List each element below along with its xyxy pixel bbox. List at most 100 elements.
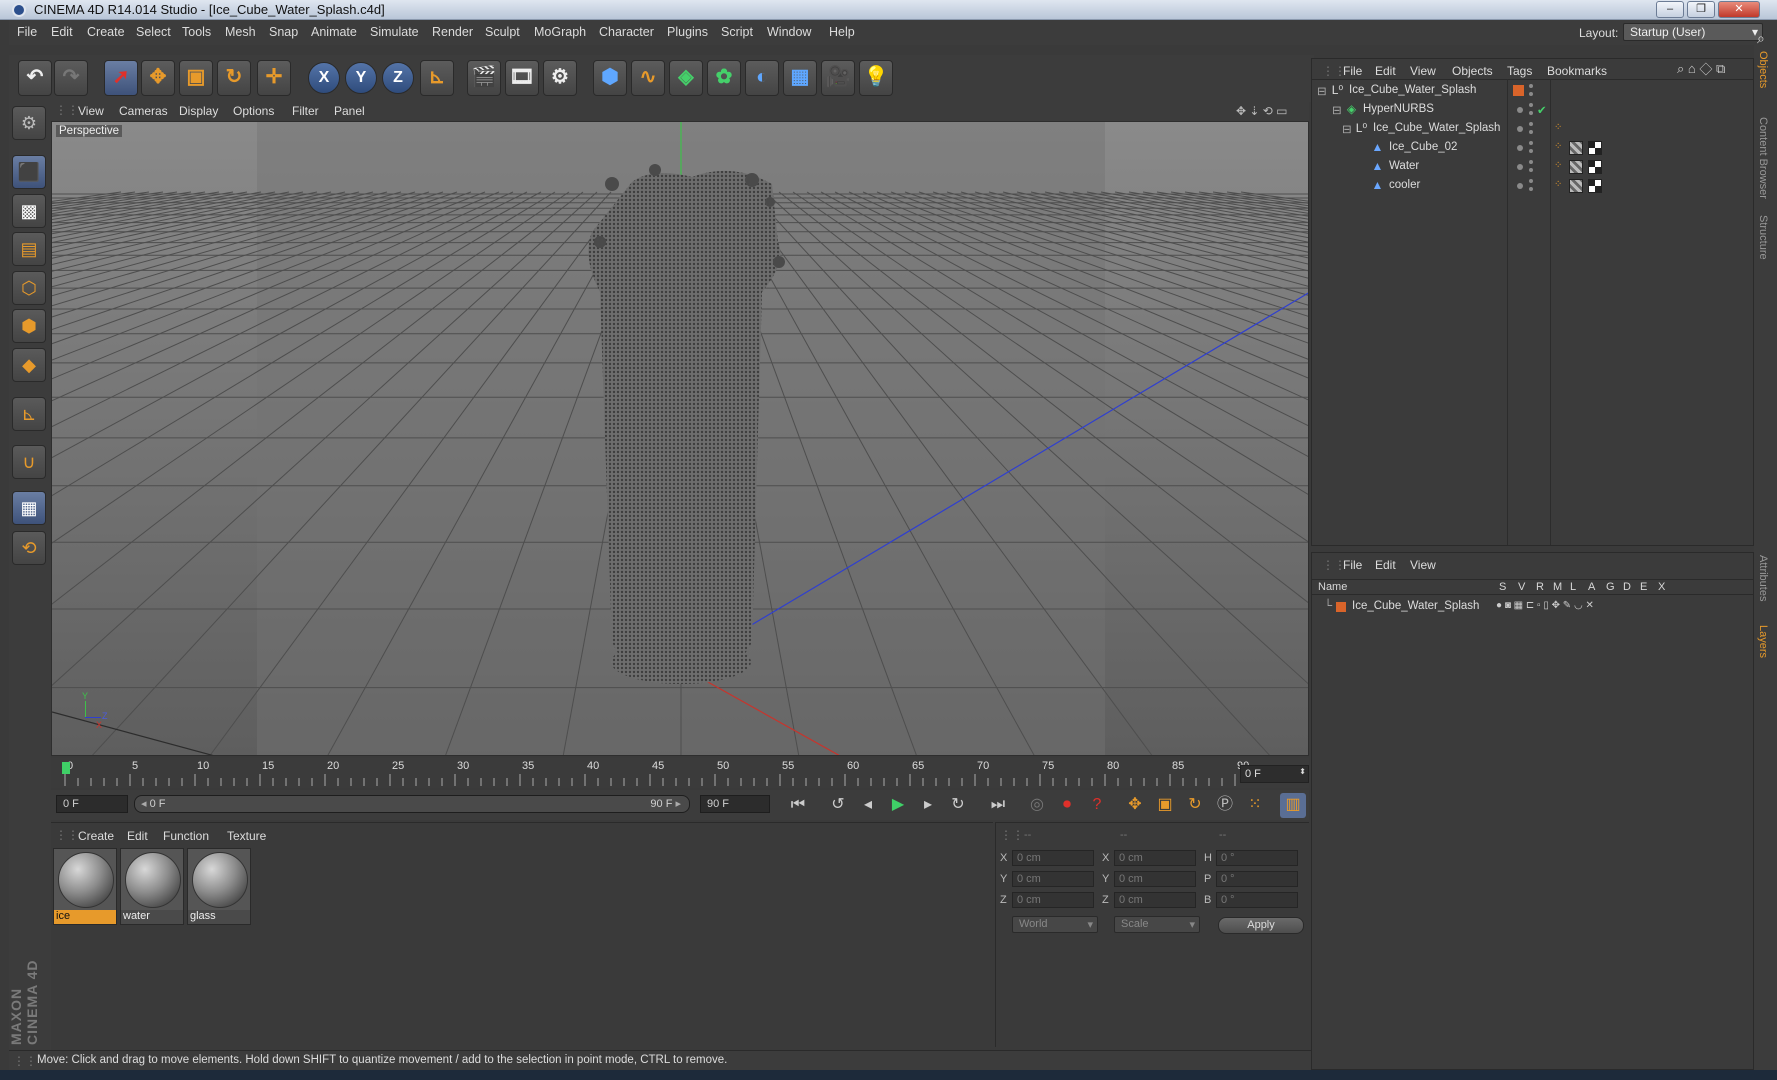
play-forward-icon[interactable]: ▶	[885, 793, 911, 818]
viewport-menu-filter[interactable]: Filter	[292, 104, 319, 118]
object-row[interactable]: ⊟ L⁰ Ice_Cube_Water_Splash	[1312, 81, 1753, 101]
render-picture-viewer-icon[interactable]: 🎞	[505, 60, 539, 96]
tab-structure[interactable]: Structure	[1757, 215, 1769, 260]
perspective-viewport[interactable]: Perspective Y Z X	[51, 121, 1309, 756]
viewport-menu-view[interactable]: View	[78, 104, 104, 118]
camera-icon[interactable]: 🎥	[821, 60, 855, 96]
layer-row[interactable]: └ Ice_Cube_Water_Splash ● ◙ ▦ ⊏ ▫ ▯ ✥ ✎ …	[1312, 597, 1753, 617]
last-tool-icon[interactable]: ✛	[257, 60, 291, 96]
menu-snap[interactable]: Snap	[269, 25, 298, 39]
visibility-dot[interactable]	[1517, 107, 1523, 113]
render-dot[interactable]	[1529, 187, 1533, 191]
rotate-tool-icon[interactable]: ↻	[217, 60, 251, 96]
coordinate-system-icon[interactable]: ⊾	[420, 60, 454, 96]
frame-range-slider[interactable]: ◂ 0 F 90 F ▸	[134, 795, 690, 813]
menu-plugins[interactable]: Plugins	[667, 25, 708, 39]
snap-grid-icon[interactable]: ▦	[12, 491, 46, 525]
object-row[interactable]: ▲ cooler ⁘	[1312, 176, 1753, 196]
model-mode-icon[interactable]: ⬛	[12, 155, 46, 189]
keyframe-selection-icon[interactable]: ?	[1084, 793, 1110, 818]
coordinate-mode-dropdown[interactable]: World ▾	[1012, 916, 1098, 933]
close-button[interactable]: ✕	[1718, 1, 1760, 18]
viewport-menu-cameras[interactable]: Cameras	[119, 104, 168, 118]
object-menu-file[interactable]: File	[1343, 64, 1362, 78]
material-menu-create[interactable]: Create	[78, 829, 114, 843]
menu-select[interactable]: Select	[136, 25, 171, 39]
key-scale-icon[interactable]: ▣	[1152, 793, 1178, 818]
apply-button[interactable]: Apply	[1218, 917, 1304, 934]
light-bulb-icon[interactable]: 💡	[859, 60, 893, 96]
object-row[interactable]: ⊟ ◈ HyperNURBS ✔	[1312, 100, 1753, 120]
timeline-window-icon[interactable]: ▥	[1280, 793, 1306, 818]
render-dot[interactable]	[1529, 168, 1533, 172]
water-splash-mesh[interactable]	[588, 170, 781, 682]
axis-mode-icon[interactable]: ⊾	[12, 397, 46, 431]
object-row[interactable]: ▲ Ice_Cube_02 ⁘	[1312, 138, 1753, 158]
tab-attributes[interactable]: Attributes	[1757, 555, 1769, 601]
points-mode-icon[interactable]: ⬡	[12, 271, 46, 305]
subdivision-nurbs-icon[interactable]: ◈	[669, 60, 703, 96]
y-axis-lock-icon[interactable]: Y	[345, 62, 377, 94]
autokey-icon[interactable]: ⏺	[1054, 793, 1080, 818]
array-mograph-icon[interactable]: ✿	[707, 60, 741, 96]
phong-tag-icon[interactable]: ⁘	[1554, 160, 1562, 171]
layout-select[interactable]: Startup (User) ▾	[1623, 23, 1763, 41]
tab-content-browser[interactable]: Content Browser	[1757, 117, 1769, 199]
menu-file[interactable]: File	[17, 25, 37, 39]
locked-workplane-icon[interactable]: ⟲	[12, 531, 46, 565]
editor-visibility-dot[interactable]	[1529, 122, 1533, 126]
x-axis-lock-icon[interactable]: X	[308, 62, 340, 94]
size-y-field[interactable]: 0 cm	[1114, 871, 1196, 887]
object-menu-bookmarks[interactable]: Bookmarks	[1547, 64, 1607, 78]
material-tag-icon[interactable]	[1569, 141, 1583, 155]
polygons-mode-icon[interactable]: ◆	[12, 348, 46, 382]
minimize-button[interactable]: –	[1656, 1, 1684, 18]
material-menu-edit[interactable]: Edit	[127, 829, 148, 843]
menu-character[interactable]: Character	[599, 25, 654, 39]
rot-h-field[interactable]: 0 °	[1216, 850, 1298, 866]
enabled-check-icon[interactable]: ✔	[1537, 103, 1547, 117]
tab-objects[interactable]: Objects	[1757, 51, 1769, 88]
go-to-end-icon[interactable]: ⏭	[985, 793, 1011, 818]
pos-y-field[interactable]: 0 cm	[1012, 871, 1094, 887]
visibility-dot[interactable]	[1529, 84, 1533, 88]
object-row[interactable]: ▲ Water ⁘	[1312, 157, 1753, 177]
material-menu-function[interactable]: Function	[163, 829, 209, 843]
texture-tag-icon[interactable]	[1588, 141, 1602, 155]
tab-layers[interactable]: Layers	[1757, 625, 1769, 658]
current-frame-field[interactable]: 0 F ⬍	[1240, 765, 1309, 783]
deformer-bend-icon[interactable]: ◐	[745, 60, 779, 96]
menu-animate[interactable]: Animate	[311, 25, 357, 39]
make-editable-icon[interactable]: ⚙	[12, 106, 46, 140]
render-view-icon[interactable]: 🎬	[467, 60, 501, 96]
rot-p-field[interactable]: 0 °	[1216, 871, 1298, 887]
material-tag-icon[interactable]	[1569, 179, 1583, 193]
object-menu-tags[interactable]: Tags	[1507, 64, 1532, 78]
edges-mode-icon[interactable]: ⬢	[12, 309, 46, 343]
render-dot[interactable]	[1529, 111, 1533, 115]
render-dot[interactable]	[1529, 130, 1533, 134]
object-menu-objects[interactable]: Objects	[1452, 64, 1493, 78]
render-dot[interactable]	[1529, 92, 1533, 96]
collapse-icon[interactable]: ⊟	[1317, 84, 1327, 98]
previous-frame-icon[interactable]: ◂	[855, 793, 881, 818]
object-manager-tool-icons[interactable]: ⌕ ⌂ ◇ ⧉	[1677, 61, 1725, 77]
undo-icon[interactable]: ↶	[18, 60, 52, 96]
timeline-playhead[interactable]	[62, 762, 70, 774]
tweak-magnet-icon[interactable]: ∪	[12, 445, 46, 479]
pos-z-field[interactable]: 0 cm	[1012, 892, 1094, 908]
pos-x-field[interactable]: 0 cm	[1012, 850, 1094, 866]
object-menu-edit[interactable]: Edit	[1375, 64, 1396, 78]
next-key-icon[interactable]: ↻	[945, 793, 971, 818]
material-swatch-glass[interactable]: glass	[187, 848, 251, 925]
layer-menu-view[interactable]: View	[1410, 558, 1436, 572]
collapse-icon[interactable]: ⊟	[1342, 122, 1352, 136]
layer-menu-file[interactable]: File	[1343, 558, 1362, 572]
size-z-field[interactable]: 0 cm	[1114, 892, 1196, 908]
menu-tools[interactable]: Tools	[182, 25, 211, 39]
texture-tag-icon[interactable]	[1588, 160, 1602, 174]
collapse-icon[interactable]: ⊟	[1332, 103, 1342, 117]
layer-color-swatch[interactable]	[1336, 602, 1346, 612]
previous-key-icon[interactable]: ↺	[825, 793, 851, 818]
layer-flag-icons[interactable]: ● ◙ ▦ ⊏ ▫ ▯ ✥ ✎ ◡ ✕	[1496, 600, 1594, 611]
